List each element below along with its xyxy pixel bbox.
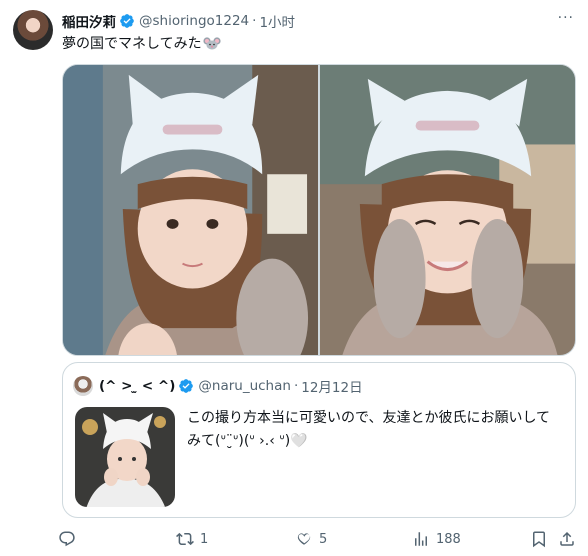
tweet-media [62, 64, 576, 356]
share-icon [558, 530, 576, 548]
quoted-tweet-text: この撮り方本当に可愛いので、友達とか彼氏にお願いしてみて(ᐡ¨̮ᐡ)(ᐡ ›.‹… [187, 410, 551, 449]
verified-icon [119, 13, 135, 29]
bookmark-icon [530, 530, 548, 548]
quoted-author-avatar [73, 376, 93, 396]
tweet-photo-2[interactable] [320, 65, 575, 355]
retweet-icon [176, 530, 194, 548]
tweet-text-content: 夢の国でマネしてみた [62, 36, 202, 52]
header-separator: · [252, 13, 257, 29]
share-button[interactable] [558, 530, 576, 548]
quoted-author-handle: @naru_uchan [198, 378, 291, 394]
tweet-text: 夢の国でマネしてみた [62, 34, 221, 54]
tweet-header: 稲田汐莉 @shioringo1224 · 1小时 [62, 11, 295, 31]
quoted-author-name: (^ > ̫ < ^) [99, 378, 176, 394]
like-icon [295, 530, 313, 548]
quoted-tweet-date: 12月12日 [301, 380, 363, 396]
retweet-button[interactable]: 1 [176, 530, 208, 548]
quoted-header-separator: · [293, 378, 299, 394]
bookmark-button[interactable] [530, 530, 548, 548]
tweet-photo-1[interactable] [63, 65, 318, 355]
author-handle[interactable]: @shioringo1224 [139, 13, 249, 29]
quoted-tweet-header: (^ > ̫ < ^) @naru_uchan · 12月12日 [99, 376, 363, 396]
reply-icon [58, 530, 76, 548]
like-button[interactable]: 5 [295, 530, 327, 548]
tweet-time[interactable]: 1小时 [259, 11, 295, 31]
views-button[interactable]: 188 [412, 530, 461, 548]
tweet-actions: 1 5 188 [58, 530, 574, 554]
quoted-tweet[interactable]: (^ > ̫ < ^) @naru_uchan · 12月12日 この撮り方本当… [62, 362, 576, 518]
retweet-count: 1 [200, 531, 209, 547]
views-icon [412, 530, 430, 548]
like-count: 5 [319, 531, 328, 547]
verified-icon [178, 378, 194, 394]
more-icon[interactable]: ··· [558, 10, 574, 26]
author-avatar[interactable] [13, 10, 53, 50]
quoted-tweet-thumbnail [75, 407, 175, 507]
mouse-emoji [202, 36, 221, 50]
author-name[interactable]: 稲田汐莉 [62, 11, 116, 31]
reply-button[interactable] [58, 530, 82, 548]
views-count: 188 [436, 531, 461, 547]
